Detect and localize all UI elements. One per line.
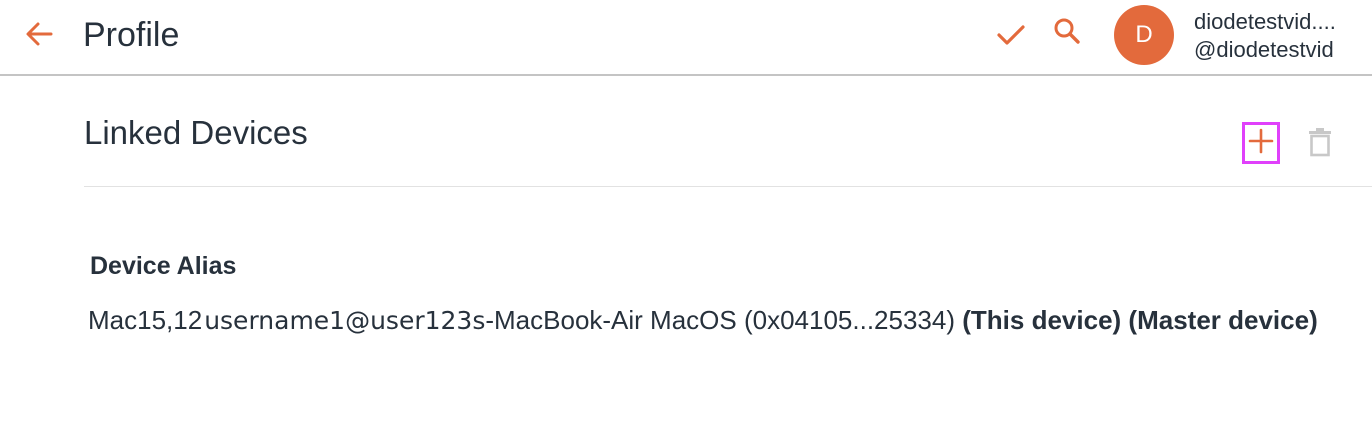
device-user: username1@user123s [204, 306, 486, 335]
table-row[interactable]: Mac15,12username1@user123s-MacBook-Air M… [88, 304, 1318, 337]
top-bar: Profile D diodetestvid.... @diodetestvid [0, 0, 1372, 76]
section-title: Linked Devices [84, 114, 308, 151]
search-button[interactable] [1050, 16, 1084, 50]
checkmark-icon [996, 23, 1026, 52]
trash-icon [1308, 127, 1332, 162]
arrow-left-icon [25, 21, 53, 52]
search-icon [1053, 17, 1081, 50]
delete-device-button[interactable] [1302, 126, 1338, 162]
page-title: Profile [83, 16, 180, 54]
back-button[interactable] [22, 18, 56, 54]
section-divider [84, 186, 1372, 187]
master-device-tag: (Master device) [1128, 305, 1318, 335]
column-header-device-alias: Device Alias [90, 252, 237, 280]
add-device-button[interactable] [1242, 122, 1280, 164]
account-info[interactable]: diodetestvid.... @diodetestvid [1194, 8, 1354, 64]
this-device-tag: (This device) [962, 305, 1122, 335]
account-display-name: diodetestvid.... [1194, 9, 1336, 34]
avatar[interactable]: D [1114, 5, 1174, 65]
plus-icon [1248, 128, 1274, 159]
device-host-os: -MacBook-Air MacOS (0x04105...25334) [485, 305, 956, 335]
account-handle: @diodetestvid [1194, 37, 1334, 62]
confirm-button[interactable] [994, 20, 1028, 54]
device-model: Mac15,12 [88, 305, 203, 335]
